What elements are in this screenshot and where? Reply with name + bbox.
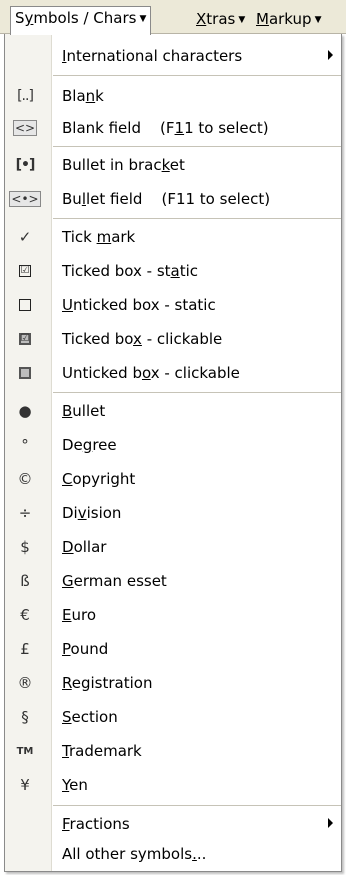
menu-item-label: Euro: [62, 606, 97, 624]
menu-symbols-chars-pre: S: [15, 9, 25, 27]
blank-bracket-icon: [..]: [17, 88, 34, 104]
menu-item-label: Bullet field (F11 to select): [62, 190, 271, 208]
bullet-icon: ●: [18, 402, 32, 420]
menu-item-pound[interactable]: £ Pound: [5, 635, 341, 663]
menu-item-division[interactable]: ÷ Division: [5, 499, 341, 527]
registration-icon: ®: [17, 674, 33, 692]
menu-item-label: Division: [62, 504, 122, 522]
unticked-box-icon: ☐: [9, 291, 41, 319]
menu-item-label: Blank: [62, 87, 104, 105]
menu-item-label: Tick mark: [62, 228, 136, 246]
menu-item-label: All other symbols...: [62, 845, 207, 863]
yen-icon: ¥: [20, 776, 30, 794]
menu-item-label: Bullet in bracket: [62, 156, 185, 174]
symbols-dropdown-menu: International characters [..] Blank <> B…: [4, 34, 342, 872]
german-esset-icon: ß: [20, 572, 30, 590]
menu-item-label: Ticked box - clickable: [62, 330, 223, 348]
menu-separator: [53, 75, 341, 76]
menu-markup-post: arkup: [268, 10, 312, 28]
menu-symbols-chars-post: mbols / Chars: [33, 9, 137, 27]
menu-item-label: Ticked box - static: [62, 262, 199, 280]
menu-item-bullet[interactable]: ● Bullet: [5, 397, 341, 425]
menu-xtras[interactable]: Xtras ▼: [196, 8, 245, 34]
menu-separator: [53, 805, 341, 806]
menu-item-all-other-symbols[interactable]: All other symbols...: [5, 840, 341, 868]
bullet-field-icon: <•>: [9, 191, 41, 207]
copyright-icon: ©: [17, 470, 33, 488]
menu-item-label: Blank field (F11 to select): [62, 119, 269, 137]
menu-item-blank[interactable]: [..] Blank: [5, 82, 341, 110]
bullet-bracket-icon: [•]: [15, 157, 36, 173]
menu-xtras-post: tras: [206, 10, 236, 28]
menu-xtras-accel: X: [196, 10, 207, 28]
ticked-box-icon: ☑: [19, 265, 31, 277]
menu-item-label: Pound: [62, 640, 109, 658]
menu-item-tick-mark[interactable]: ✓ Tick mark: [5, 223, 341, 251]
trademark-icon: TM: [16, 745, 34, 757]
menu-item-label: Unticked box - clickable: [62, 364, 240, 382]
menu-item-unticked-box-static[interactable]: ☐ Unticked box - static: [5, 291, 341, 319]
degree-icon: °: [21, 436, 29, 454]
menu-separator: [53, 218, 341, 219]
menu-item-international-characters[interactable]: International characters: [5, 42, 341, 70]
pound-icon: £: [20, 640, 30, 658]
menu-item-degree[interactable]: ° Degree: [5, 431, 341, 459]
menu-item-label: Bullet: [62, 402, 106, 420]
menu-item-label: German esset: [62, 572, 167, 590]
menu-item-section[interactable]: § Section: [5, 703, 341, 731]
menu-item-label: Fractions: [62, 815, 130, 833]
menu-item-euro[interactable]: € Euro: [5, 601, 341, 629]
menu-item-label: Copyright: [62, 470, 136, 488]
menu-item-bullet-field[interactable]: <•> Bullet field (F11 to select): [5, 185, 341, 213]
section-icon: §: [21, 708, 29, 726]
menu-item-bullet-in-bracket[interactable]: [•] Bullet in bracket: [5, 151, 341, 179]
dropdown-caret-icon: ▼: [314, 15, 322, 25]
menu-item-fractions[interactable]: Fractions: [5, 810, 341, 838]
menu-bar: Symbols / Chars ▼ Xtras ▼ Markup ▼: [0, 0, 346, 35]
blank-field-icon: <>: [12, 120, 38, 136]
submenu-arrow-icon: [328, 818, 333, 828]
menu-item-ticked-box-static[interactable]: ☑ Ticked box - static: [5, 257, 341, 285]
menu-item-ticked-box-clickable[interactable]: ☑ Ticked box - clickable: [5, 325, 341, 353]
submenu-arrow-icon: [328, 50, 333, 60]
division-icon: ÷: [18, 504, 32, 522]
menu-markup-accel: M: [256, 10, 269, 28]
menu-item-unticked-box-clickable[interactable]: ☐ Unticked box - clickable: [5, 359, 341, 387]
euro-icon: €: [20, 606, 30, 624]
menu-item-registration[interactable]: ® Registration: [5, 669, 341, 697]
menu-item-label: Unticked box - static: [62, 296, 216, 314]
unticked-box-clickable-icon: ☐: [9, 359, 41, 387]
menu-item-label: International characters: [62, 47, 243, 65]
menu-symbols-chars[interactable]: Symbols / Chars ▼: [10, 6, 152, 35]
menu-item-label: Registration: [62, 674, 153, 692]
dollar-icon: $: [20, 538, 30, 556]
menu-item-trademark[interactable]: TM Trademark: [5, 737, 341, 765]
dropdown-caret-icon: ▼: [139, 14, 147, 24]
ticked-box-clickable-icon: ☑: [19, 333, 31, 345]
menu-separator: [53, 392, 341, 393]
menu-item-german-esset[interactable]: ß German esset: [5, 567, 341, 595]
menu-item-label: Dollar: [62, 538, 107, 556]
dropdown-caret-icon: ▼: [238, 15, 246, 25]
menu-markup[interactable]: Markup ▼: [256, 8, 322, 34]
menu-item-label: Yen: [62, 776, 88, 794]
menu-item-yen[interactable]: ¥ Yen: [5, 771, 341, 799]
menu-separator: [53, 146, 341, 147]
menu-item-label: Section: [62, 708, 118, 726]
menu-item-blank-field[interactable]: <> Blank field (F11 to select): [5, 114, 341, 142]
menu-item-label: Trademark: [62, 742, 142, 760]
menu-item-copyright[interactable]: © Copyright: [5, 465, 341, 493]
menu-item-dollar[interactable]: $ Dollar: [5, 533, 341, 561]
tick-mark-icon: ✓: [18, 228, 32, 246]
menu-item-label: Degree: [62, 436, 117, 454]
